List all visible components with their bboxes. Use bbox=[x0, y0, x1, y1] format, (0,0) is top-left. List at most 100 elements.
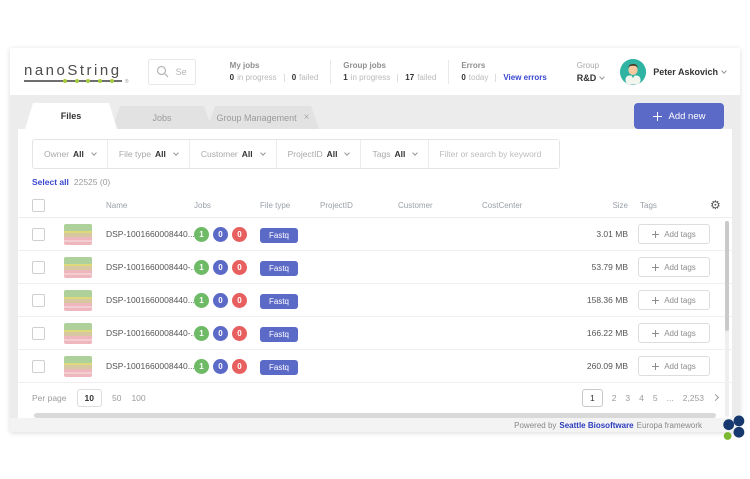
row-checkbox[interactable] bbox=[32, 360, 45, 373]
file-thumbnail[interactable] bbox=[64, 224, 92, 245]
row-checkbox[interactable] bbox=[32, 294, 45, 307]
jobs-success-badge[interactable]: 1 bbox=[194, 326, 209, 341]
jobs-failed-badge[interactable]: 0 bbox=[232, 293, 247, 308]
footer-bar: Powered by Seattle Biosoftware Europa fr… bbox=[10, 418, 740, 432]
jobs-failed-badge[interactable]: 0 bbox=[232, 326, 247, 341]
row-checkbox[interactable] bbox=[32, 228, 45, 241]
stat-errors: Errors 0 today View errors bbox=[449, 61, 558, 82]
file-name[interactable]: DSP-1001660008440-... bbox=[106, 262, 194, 272]
chevron-down-icon bbox=[173, 150, 179, 156]
user-avatar[interactable] bbox=[620, 59, 646, 85]
tags-filter-dropdown[interactable]: Tags All bbox=[361, 140, 429, 168]
file-name[interactable]: DSP-1001660008440-... bbox=[106, 328, 194, 338]
add-tags-button[interactable]: Add tags bbox=[638, 257, 710, 277]
select-all-link[interactable]: Select all bbox=[32, 177, 69, 187]
file-name[interactable]: DSP-1001660008440... bbox=[106, 229, 194, 239]
file-thumbnail[interactable] bbox=[64, 257, 92, 278]
page-2[interactable]: 2 bbox=[612, 393, 617, 403]
chevron-down-icon bbox=[345, 150, 351, 156]
file-type-chip[interactable]: Fastq bbox=[260, 360, 298, 375]
add-tags-button[interactable]: Add tags bbox=[638, 224, 710, 244]
add-tags-button[interactable]: Add tags bbox=[638, 323, 710, 343]
file-type-chip[interactable]: Fastq bbox=[260, 327, 298, 342]
select-all-checkbox[interactable] bbox=[32, 199, 45, 212]
page-3[interactable]: 3 bbox=[625, 393, 630, 403]
nanostring-logo[interactable]: nanoString ® bbox=[24, 62, 122, 82]
page-5[interactable]: 5 bbox=[653, 393, 658, 403]
per-page-10[interactable]: 10 bbox=[77, 389, 102, 407]
jobs-failed-badge[interactable]: 0 bbox=[232, 227, 247, 242]
add-tags-button[interactable]: Add tags bbox=[638, 290, 710, 310]
user-menu[interactable]: Peter Askovich bbox=[653, 67, 726, 77]
next-page-icon[interactable] bbox=[712, 394, 719, 401]
jobs-running-badge[interactable]: 0 bbox=[213, 293, 228, 308]
page-1[interactable]: 1 bbox=[582, 389, 603, 407]
table-row: DSP-1001660008440... 1 0 0 Fastq 3.01 MB… bbox=[18, 218, 732, 251]
jobs-running-badge[interactable]: 0 bbox=[213, 227, 228, 242]
per-page-label: Per page bbox=[32, 393, 67, 403]
projectid-filter-dropdown[interactable]: ProjectID All bbox=[277, 140, 362, 168]
plus-icon bbox=[652, 297, 659, 304]
vertical-scrollbar-thumb[interactable] bbox=[725, 221, 729, 331]
file-thumbnail[interactable] bbox=[64, 323, 92, 344]
file-thumbnail[interactable] bbox=[64, 356, 92, 377]
tab-group-management[interactable]: Group Management × bbox=[207, 106, 319, 129]
per-page-100[interactable]: 100 bbox=[131, 393, 145, 403]
file-name[interactable]: DSP-1001660008440... bbox=[106, 361, 194, 371]
jobs-badges: 1 0 0 bbox=[194, 326, 260, 341]
file-thumbnail[interactable] bbox=[64, 290, 92, 311]
jobs-running-badge[interactable]: 0 bbox=[213, 326, 228, 341]
jobs-success-badge[interactable]: 1 bbox=[194, 260, 209, 275]
file-size: 53.79 MB bbox=[568, 262, 628, 272]
stat-group-jobs: Group jobs 1 in progress 17 failed bbox=[331, 61, 448, 82]
jobs-failed-badge[interactable]: 0 bbox=[232, 260, 247, 275]
keyword-filter-input[interactable] bbox=[429, 140, 559, 168]
view-errors-link[interactable]: View errors bbox=[503, 73, 546, 82]
chevron-down-icon bbox=[260, 150, 266, 156]
plus-icon bbox=[652, 264, 659, 271]
seattle-biosoftware-link[interactable]: Seattle Biosoftware bbox=[559, 421, 633, 430]
file-type-chip[interactable]: Fastq bbox=[260, 261, 298, 276]
settings-gear-icon[interactable]: ⚙ bbox=[710, 199, 732, 211]
file-size: 260.09 MB bbox=[568, 361, 628, 371]
file-type-chip[interactable]: Fastq bbox=[260, 228, 298, 243]
chevron-down-icon bbox=[91, 150, 97, 156]
filter-bar: Owner All File type All Customer All Pro… bbox=[32, 139, 560, 169]
close-icon[interactable]: × bbox=[304, 112, 310, 123]
group-selector[interactable]: Group R&D bbox=[577, 61, 605, 83]
row-checkbox[interactable] bbox=[32, 327, 45, 340]
col-project-id: ProjectID bbox=[320, 201, 398, 210]
owner-filter-dropdown[interactable]: Owner All bbox=[33, 140, 108, 168]
jobs-success-badge[interactable]: 1 bbox=[194, 227, 209, 242]
jobs-running-badge[interactable]: 0 bbox=[213, 260, 228, 275]
customer-filter-dropdown[interactable]: Customer All bbox=[190, 140, 277, 168]
filetype-filter-dropdown[interactable]: File type All bbox=[108, 140, 190, 168]
jobs-success-badge[interactable]: 1 bbox=[194, 293, 209, 308]
global-search bbox=[148, 59, 196, 85]
per-page-50[interactable]: 50 bbox=[112, 393, 121, 403]
divider bbox=[397, 74, 398, 82]
stat-my-jobs: My jobs 0 in progress 0 failed bbox=[218, 61, 331, 82]
tab-jobs[interactable]: Jobs bbox=[112, 106, 212, 129]
my-jobs-failed-count: 0 bbox=[292, 73, 296, 82]
tab-bar: Files Jobs Group Management × Add new bbox=[18, 103, 732, 129]
divider bbox=[495, 74, 496, 82]
jobs-running-badge[interactable]: 0 bbox=[213, 359, 228, 374]
file-name[interactable]: DSP-1001660008440... bbox=[106, 295, 194, 305]
table-row: DSP-1001660008440-... 1 0 0 Fastq 53.79 … bbox=[18, 251, 732, 284]
divider bbox=[284, 74, 285, 82]
add-new-button[interactable]: Add new bbox=[634, 103, 724, 129]
page-last[interactable]: 2,253 bbox=[683, 393, 704, 403]
jobs-failed-badge[interactable]: 0 bbox=[232, 359, 247, 374]
file-type-chip[interactable]: Fastq bbox=[260, 294, 298, 309]
pagination-bar: Per page 10 50 100 1 2 3 4 5 ... 2,253 bbox=[18, 383, 732, 412]
tab-files[interactable]: Files bbox=[25, 103, 117, 129]
plus-icon bbox=[652, 330, 659, 337]
page-4[interactable]: 4 bbox=[639, 393, 644, 403]
col-size: Size bbox=[568, 201, 628, 210]
vertical-scrollbar-track[interactable] bbox=[725, 221, 729, 417]
row-checkbox[interactable] bbox=[32, 261, 45, 274]
jobs-success-badge[interactable]: 1 bbox=[194, 359, 209, 374]
col-file-type: File type bbox=[260, 201, 320, 210]
add-tags-button[interactable]: Add tags bbox=[638, 356, 710, 376]
